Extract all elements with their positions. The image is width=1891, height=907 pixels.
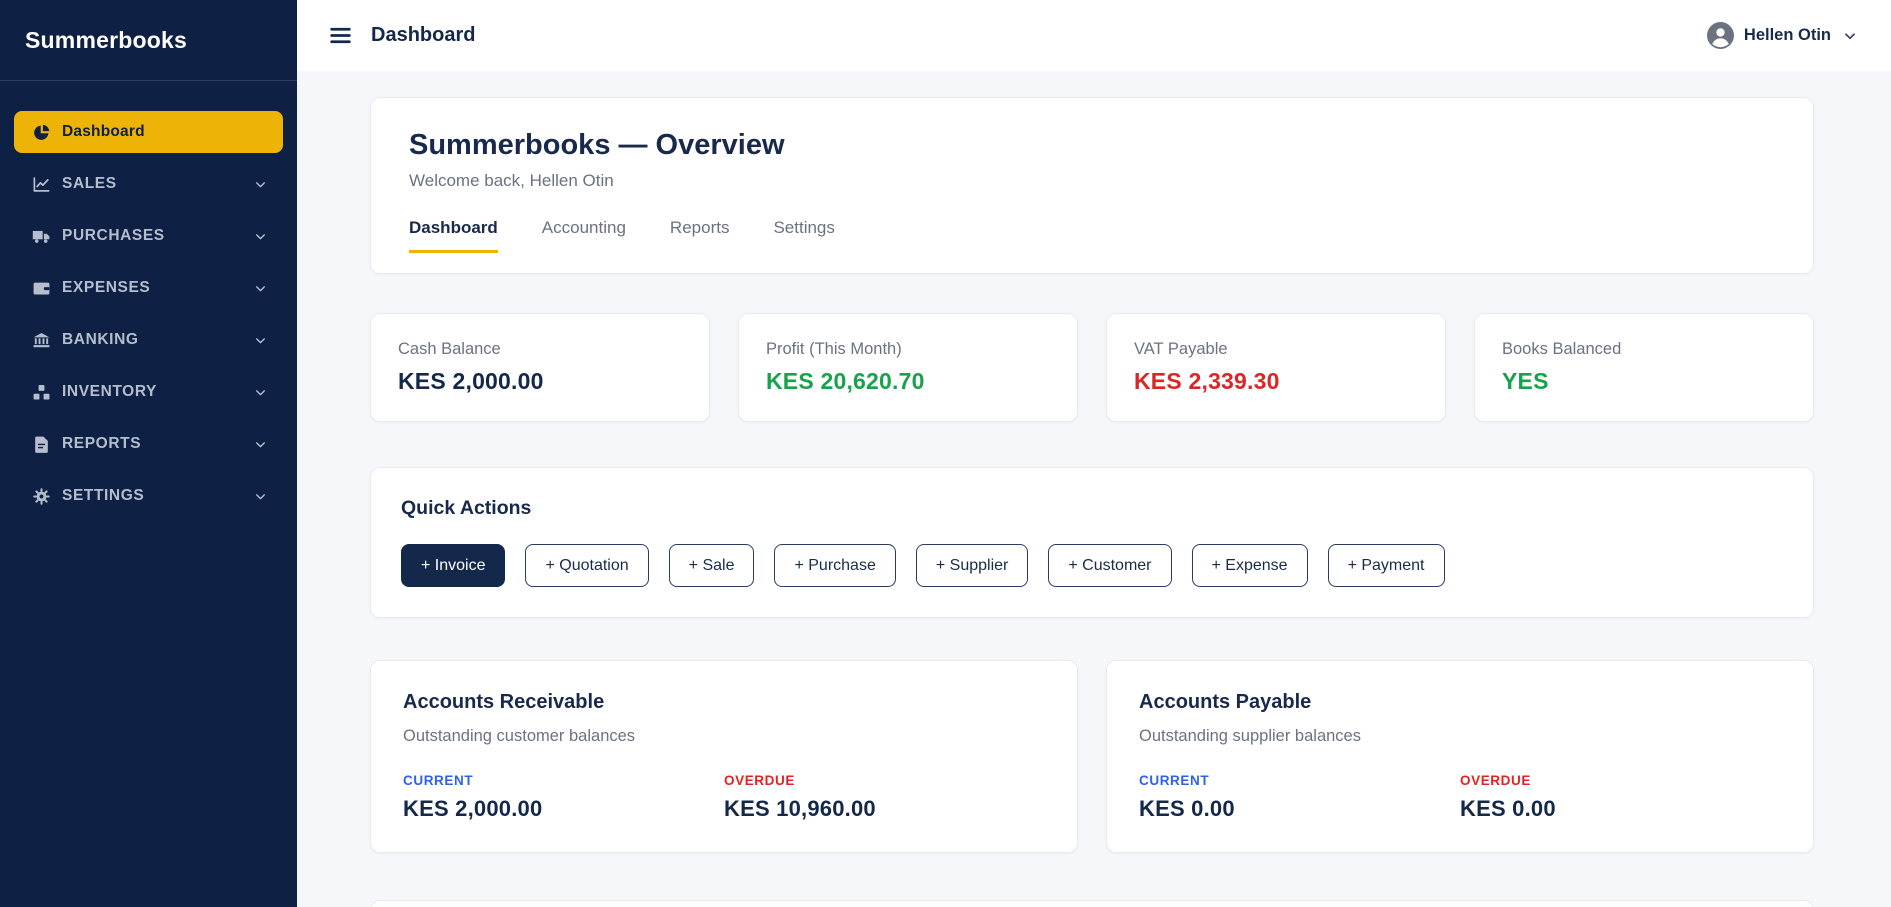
topbar: Dashboard Hellen Otin — [297, 0, 1891, 71]
main-content: Summerbooks — Overview Welcome back, Hel… — [297, 71, 1891, 907]
sidebar-item-label: SETTINGS — [62, 487, 243, 505]
overdue-value: KES 10,960.00 — [724, 796, 1045, 822]
line-chart-icon — [32, 175, 51, 194]
sidebar-item-purchases[interactable]: PURCHASES — [14, 215, 283, 257]
sidebar-item-label: Dashboard — [62, 123, 267, 141]
document-icon — [32, 435, 51, 454]
chevron-down-icon — [254, 282, 267, 295]
user-menu[interactable]: Hellen Otin — [1707, 22, 1857, 49]
sidebar-item-label: EXPENSES — [62, 279, 243, 297]
add-expense-button[interactable]: + Expense — [1192, 544, 1308, 587]
accounts-receivable-card: Accounts Receivable Outstanding customer… — [370, 660, 1078, 853]
partial-card-top — [370, 900, 1814, 907]
gear-icon — [32, 487, 51, 506]
sidebar-item-banking[interactable]: BANKING — [14, 319, 283, 361]
current-column: CURRENT KES 2,000.00 — [403, 773, 724, 822]
overview-title: Summerbooks — Overview — [409, 129, 1775, 162]
stat-value: KES 2,000.00 — [398, 368, 682, 395]
chevron-down-icon — [254, 490, 267, 503]
stat-value: KES 20,620.70 — [766, 368, 1050, 395]
chevron-down-icon — [1843, 29, 1857, 43]
account-card-title: Accounts Receivable — [403, 691, 1045, 714]
overdue-column: OVERDUE KES 10,960.00 — [724, 773, 1045, 822]
wallet-icon — [32, 279, 51, 298]
sidebar-item-label: REPORTS — [62, 435, 243, 453]
stat-label: Profit (This Month) — [766, 340, 1050, 359]
stat-value: YES — [1502, 368, 1786, 395]
bank-icon — [32, 331, 51, 350]
quick-actions-buttons: + Invoice + Quotation + Sale + Purchase … — [401, 544, 1783, 587]
user-avatar-icon — [1707, 22, 1734, 49]
current-value: KES 2,000.00 — [403, 796, 724, 822]
overdue-label: OVERDUE — [724, 773, 1045, 788]
hamburger-menu-icon[interactable] — [328, 23, 353, 48]
sidebar-item-inventory[interactable]: INVENTORY — [14, 371, 283, 413]
chevron-down-icon — [254, 230, 267, 243]
stat-card-books-balanced: Books Balanced YES — [1474, 313, 1814, 422]
truck-icon — [32, 227, 51, 246]
stat-card-cash-balance: Cash Balance KES 2,000.00 — [370, 313, 710, 422]
account-card-title: Accounts Payable — [1139, 691, 1781, 714]
stat-label: Cash Balance — [398, 340, 682, 359]
sidebar-item-dashboard[interactable]: Dashboard — [14, 111, 283, 153]
quick-actions-card: Quick Actions + Invoice + Quotation + Sa… — [370, 467, 1814, 618]
overdue-label: OVERDUE — [1460, 773, 1781, 788]
sidebar-item-settings[interactable]: SETTINGS — [14, 475, 283, 517]
stats-row: Cash Balance KES 2,000.00 Profit (This M… — [370, 313, 1814, 422]
current-column: CURRENT KES 0.00 — [1139, 773, 1460, 822]
accounts-row: Accounts Receivable Outstanding customer… — [370, 660, 1814, 853]
current-label: CURRENT — [1139, 773, 1460, 788]
overview-tabs: Dashboard Accounting Reports Settings — [409, 218, 1775, 253]
sidebar-divider — [0, 80, 297, 81]
tab-reports[interactable]: Reports — [670, 218, 730, 253]
boxes-icon — [32, 383, 51, 402]
chevron-down-icon — [254, 334, 267, 347]
overview-card: Summerbooks — Overview Welcome back, Hel… — [370, 97, 1814, 274]
sidebar-item-expenses[interactable]: EXPENSES — [14, 267, 283, 309]
quick-actions-title: Quick Actions — [401, 497, 1783, 520]
pie-chart-icon — [32, 123, 51, 142]
overdue-value: KES 0.00 — [1460, 796, 1781, 822]
overdue-column: OVERDUE KES 0.00 — [1460, 773, 1781, 822]
current-value: KES 0.00 — [1139, 796, 1460, 822]
add-supplier-button[interactable]: + Supplier — [916, 544, 1029, 587]
add-purchase-button[interactable]: + Purchase — [774, 544, 895, 587]
sidebar-item-label: INVENTORY — [62, 383, 243, 401]
tab-dashboard[interactable]: Dashboard — [409, 218, 498, 253]
chevron-down-icon — [254, 386, 267, 399]
tab-accounting[interactable]: Accounting — [542, 218, 626, 253]
chevron-down-icon — [254, 438, 267, 451]
tab-settings[interactable]: Settings — [773, 218, 834, 253]
chevron-down-icon — [254, 178, 267, 191]
add-quotation-button[interactable]: + Quotation — [525, 544, 648, 587]
sidebar-item-label: SALES — [62, 175, 243, 193]
stat-card-profit: Profit (This Month) KES 20,620.70 — [738, 313, 1078, 422]
add-customer-button[interactable]: + Customer — [1048, 544, 1171, 587]
current-label: CURRENT — [403, 773, 724, 788]
page-title: Dashboard — [371, 24, 475, 47]
welcome-message: Welcome back, Hellen Otin — [409, 171, 1775, 191]
user-name: Hellen Otin — [1744, 26, 1831, 45]
sidebar: Summerbooks Dashboard SALES PURCHASES — [0, 0, 297, 907]
accounts-payable-card: Accounts Payable Outstanding supplier ba… — [1106, 660, 1814, 853]
sidebar-item-label: BANKING — [62, 331, 243, 349]
stat-card-vat-payable: VAT Payable KES 2,339.30 — [1106, 313, 1446, 422]
add-payment-button[interactable]: + Payment — [1328, 544, 1445, 587]
add-sale-button[interactable]: + Sale — [669, 544, 755, 587]
content-column: Dashboard Hellen Otin Summerbooks — Over… — [297, 0, 1891, 907]
stat-value: KES 2,339.30 — [1134, 368, 1418, 395]
sidebar-item-label: PURCHASES — [62, 227, 243, 245]
add-invoice-button[interactable]: + Invoice — [401, 544, 505, 587]
account-card-subtitle: Outstanding supplier balances — [1139, 727, 1781, 746]
stat-label: VAT Payable — [1134, 340, 1418, 359]
stat-label: Books Balanced — [1502, 340, 1786, 359]
sidebar-item-reports[interactable]: REPORTS — [14, 423, 283, 465]
sidebar-nav: Dashboard SALES PURCHASES EXPENSES — [0, 111, 297, 527]
app-logo: Summerbooks — [0, 0, 297, 54]
sidebar-item-sales[interactable]: SALES — [14, 163, 283, 205]
account-card-subtitle: Outstanding customer balances — [403, 727, 1045, 746]
